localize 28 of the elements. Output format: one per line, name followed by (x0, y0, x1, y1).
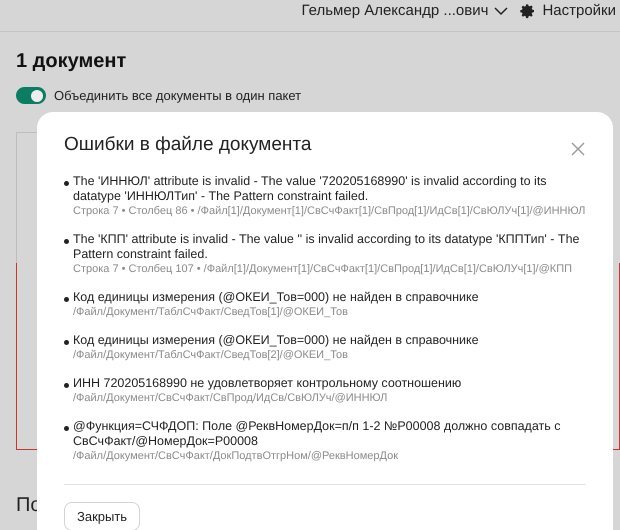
settings-link[interactable]: Настройки (542, 1, 616, 21)
bullet-icon (64, 297, 69, 302)
error-message: Код единицы измерения (@ОКЕИ_Тов=000) не найден в справочнике (73, 290, 479, 305)
error-path: Строка 7 • Столбец 107 • /Файл[1]/Документ[1]/СвСчФакт[1]/СвПрод[1]/ИдСв[1]/СвЮЛУч[1]/@КПП (73, 262, 574, 277)
bullet-icon (64, 239, 69, 244)
bullet-icon (64, 181, 69, 186)
close-icon[interactable] (571, 142, 585, 156)
error-path: /Файл/Документ/ТаблСчФакт/СведТов[2]/@ОКЕИ_Тов (73, 348, 350, 363)
error-message: ИНН 720205168990 не удовлетворяет контрольному соотношению (73, 376, 462, 391)
close-button[interactable]: Закрыть (64, 502, 140, 530)
bullet-icon (64, 340, 69, 345)
error-message: @Функция=СЧФДОП: Поле @РеквНомерДок=п/п 1-2 №P00008 должно совпадать с СвСчФакт/@НомерДок=P00008 (73, 419, 562, 449)
user-name: Гельмер Александр ...ович (302, 1, 488, 21)
chevron-down-icon[interactable] (494, 6, 508, 16)
bullet-icon (64, 383, 69, 388)
toggle-label: Объединить все документы в один пакет (54, 88, 302, 103)
dialog-title: Ошибки в файле документа (64, 134, 312, 156)
page-title: 1 документ (16, 50, 128, 73)
bullet-icon (64, 426, 69, 431)
error-path: Строка 7 • Столбец 86 • /Файл[1]/Документ[1]/СвСчФакт[1]/СвПрод[1]/ИдСв[1]/СвЮЛУч[1]/@ИННЮЛ (73, 204, 586, 219)
error-message: The 'КПП' attribute is invalid - The value '' is invalid according to its datatype 'КППТип' - The Pattern constraint failed. (73, 232, 580, 262)
error-path: /Файл/Документ/СвСчФакт/СвПрод/ИдСв/СвЮЛУч/@ИННЮЛ (73, 391, 388, 406)
error-message: The 'ИННЮЛ' attribute is invalid - The value '720205168990' is invalid according to its datatype 'ИННЮЛТип' - The Pattern constraint failed. (73, 174, 548, 204)
error-message: Код единицы измерения (@ОКЕИ_Тов=000) не найден в справочнике (73, 333, 479, 348)
gear-icon[interactable] (520, 3, 536, 19)
error-path: /Файл/Документ/СвСчФакт/ДокПодтвОтгрНом/@РеквНомерДок (73, 449, 400, 464)
error-path: /Файл/Документ/ТаблСчФакт/СведТов[1]/@ОКЕИ_Тов (73, 305, 350, 320)
merge-toggle[interactable] (16, 87, 46, 104)
